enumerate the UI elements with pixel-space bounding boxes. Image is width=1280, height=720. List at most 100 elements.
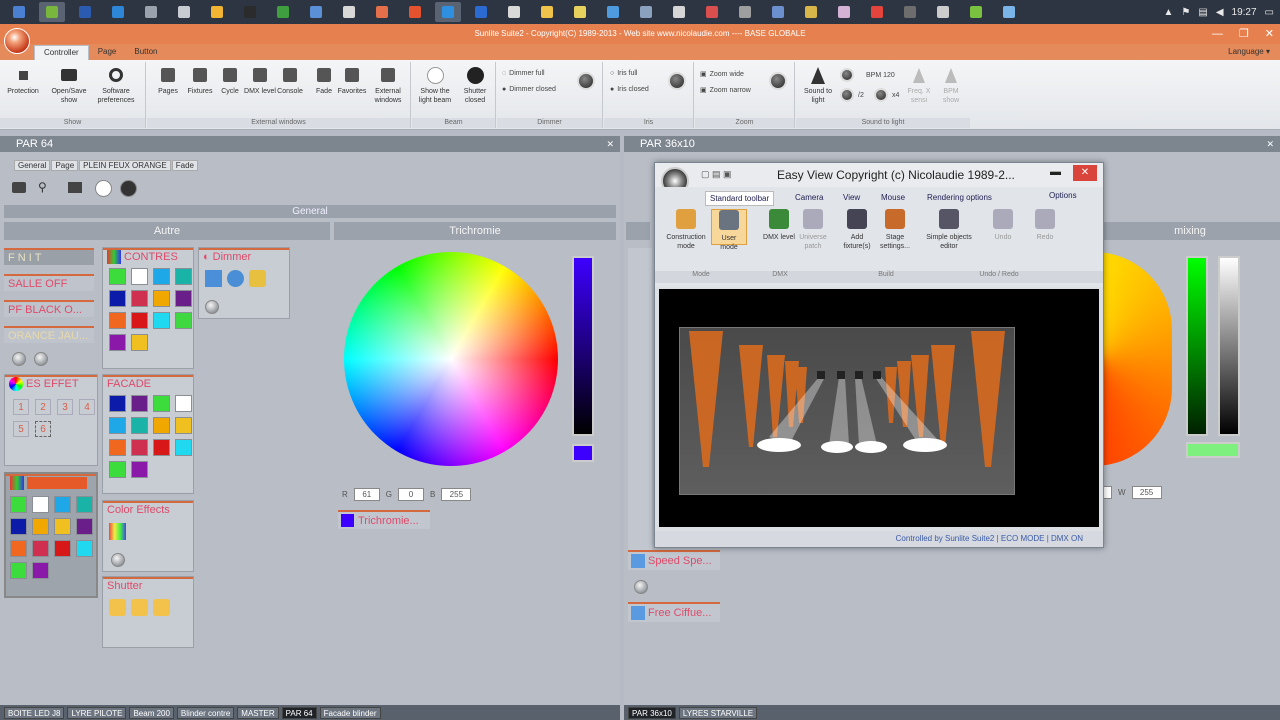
color-swatch[interactable] <box>131 461 148 478</box>
color-swatch[interactable] <box>131 439 148 456</box>
network-icon[interactable]: ▤ <box>1198 7 1207 18</box>
color-swatch[interactable] <box>76 540 93 557</box>
color-swatch[interactable] <box>175 439 192 456</box>
bpm-show-button[interactable]: BPM show <box>936 66 966 105</box>
color-swatch[interactable] <box>10 540 27 557</box>
taskbar-app-icon[interactable] <box>39 2 65 22</box>
color-swatch[interactable] <box>32 562 49 579</box>
r-input[interactable]: 61 <box>353 488 380 501</box>
dimmer-knob-icon[interactable] <box>12 352 26 366</box>
cue-fnit[interactable]: F N I T <box>4 248 94 265</box>
color-swatch[interactable] <box>10 562 27 579</box>
color-swatch[interactable] <box>175 417 192 434</box>
ev-button-3[interactable]: Universe patch <box>795 209 831 251</box>
flag-icon[interactable]: ⚑ <box>1181 7 1190 18</box>
dimmer-full-button[interactable]: ◌ Dimmer full <box>502 70 545 77</box>
color-swatch[interactable] <box>131 312 148 329</box>
color-swatch[interactable] <box>76 518 93 535</box>
spot-icon[interactable] <box>227 270 244 287</box>
color-swatch[interactable] <box>32 518 49 535</box>
chevron-up-icon[interactable]: ▲ <box>1163 7 1173 18</box>
color-swatch[interactable] <box>153 417 170 434</box>
speed-round-icon[interactable] <box>634 580 648 594</box>
taskbar-app-icon[interactable] <box>666 2 692 22</box>
taskbar-app-icon[interactable] <box>930 2 956 22</box>
color-swatch[interactable] <box>109 461 126 478</box>
color-swatch[interactable] <box>153 268 170 285</box>
taskbar-app-icon[interactable] <box>237 2 263 22</box>
ev-button-4[interactable]: Add fixture(s) <box>839 209 875 251</box>
color-swatch[interactable] <box>153 395 170 412</box>
taskbar-app-icon[interactable] <box>336 2 362 22</box>
color-swatch[interactable] <box>131 395 148 412</box>
open-save-show-button[interactable]: Open/Save show <box>48 66 90 105</box>
zoom-narrow-button[interactable]: ▣ Zoom narrow <box>700 86 751 95</box>
color-swatch[interactable] <box>131 268 148 285</box>
taskbar-app-icon[interactable] <box>501 2 527 22</box>
freq-sensi-button[interactable]: Freq. X sensi <box>904 66 934 105</box>
notification-icon[interactable]: ▭ <box>1265 7 1274 18</box>
blue-beam-icon[interactable] <box>205 270 222 287</box>
bottom-tab[interactable]: PAR 64 <box>281 706 317 719</box>
bottom-tab[interactable]: Facade blinder <box>319 706 381 719</box>
ev-tab-standard[interactable]: Standard toolbar <box>705 191 775 206</box>
half-knob[interactable] <box>840 88 854 102</box>
taskbar-app-icon[interactable] <box>72 2 98 22</box>
bottom-tab[interactable]: LYRE PILOTE <box>67 706 127 719</box>
taskbar-app-icon[interactable] <box>567 2 593 22</box>
bottom-tab[interactable]: Blinder contre <box>176 706 235 719</box>
effect-number[interactable]: 6 <box>35 421 51 437</box>
ev-button-0[interactable]: Construction mode <box>663 209 709 251</box>
right-color-wheel[interactable] <box>1094 252 1172 466</box>
taskbar-app-icon[interactable] <box>831 2 857 22</box>
cue-orange[interactable]: ORANCE JAU... <box>4 326 94 343</box>
minimize-icon[interactable]: — <box>1212 24 1223 44</box>
monitor-icon[interactable] <box>12 182 26 193</box>
color-swatch[interactable] <box>131 334 148 351</box>
cue-salle-off[interactable]: SALLE OFF <box>4 274 94 291</box>
ext-button-6[interactable]: Favorites <box>335 66 369 96</box>
color-swatch[interactable] <box>109 439 126 456</box>
taskbar-app-icon[interactable] <box>798 2 824 22</box>
ev-tab-rendering[interactable]: Rendering options <box>927 193 992 202</box>
taskbar-app-icon[interactable] <box>171 2 197 22</box>
color-swatch[interactable] <box>109 395 126 412</box>
film-icon[interactable] <box>68 182 82 193</box>
strobe-icon-1[interactable] <box>109 599 126 616</box>
taskbar-app-icon[interactable] <box>897 2 923 22</box>
ev-button-8[interactable]: Redo <box>1027 209 1063 242</box>
color-swatch[interactable] <box>153 439 170 456</box>
bottom-tab[interactable]: PAR 36x10 <box>628 706 676 719</box>
green-slider[interactable] <box>1186 256 1208 436</box>
subtab-fade[interactable]: Fade <box>171 160 198 171</box>
color-swatch[interactable] <box>54 518 71 535</box>
ev-tab-camera[interactable]: Camera <box>795 193 823 202</box>
3d-viewport[interactable] <box>659 289 1099 527</box>
clock[interactable]: 19:27 <box>1232 7 1257 18</box>
cue-speed[interactable]: Speed Spe... <box>628 550 720 570</box>
fade-icon[interactable] <box>249 270 266 287</box>
taskbar-app-icon[interactable] <box>633 2 659 22</box>
color-swatch[interactable] <box>153 290 170 307</box>
color-swatch[interactable] <box>131 417 148 434</box>
color-swatch[interactable] <box>153 312 170 329</box>
dimmer-closed-button[interactable]: ● Dimmer closed <box>502 86 556 93</box>
tab-page[interactable]: Page <box>89 45 126 60</box>
ev-button-2[interactable]: DMX level <box>761 209 797 242</box>
color-swatch[interactable] <box>175 290 192 307</box>
minimize-icon[interactable]: ▬ <box>1050 166 1061 178</box>
color-swatch[interactable] <box>109 312 126 329</box>
tab-button[interactable]: Button <box>125 45 166 60</box>
taskbar-app-icon[interactable] <box>303 2 329 22</box>
ext-button-7[interactable]: External windows <box>371 66 405 105</box>
bottom-tab[interactable]: MASTER <box>237 706 279 719</box>
ev-button-7[interactable]: Undo <box>985 209 1021 242</box>
taskbar-app-icon[interactable] <box>435 2 461 22</box>
dimmer-knob[interactable] <box>577 72 595 90</box>
color-swatch[interactable] <box>76 496 93 513</box>
ev-button-6[interactable]: Simple objects editor <box>917 209 981 251</box>
color-swatch[interactable] <box>175 268 192 285</box>
color-swatch[interactable] <box>54 496 71 513</box>
strobe-icon-2[interactable] <box>131 599 148 616</box>
ev-options[interactable]: Options <box>1049 191 1077 200</box>
